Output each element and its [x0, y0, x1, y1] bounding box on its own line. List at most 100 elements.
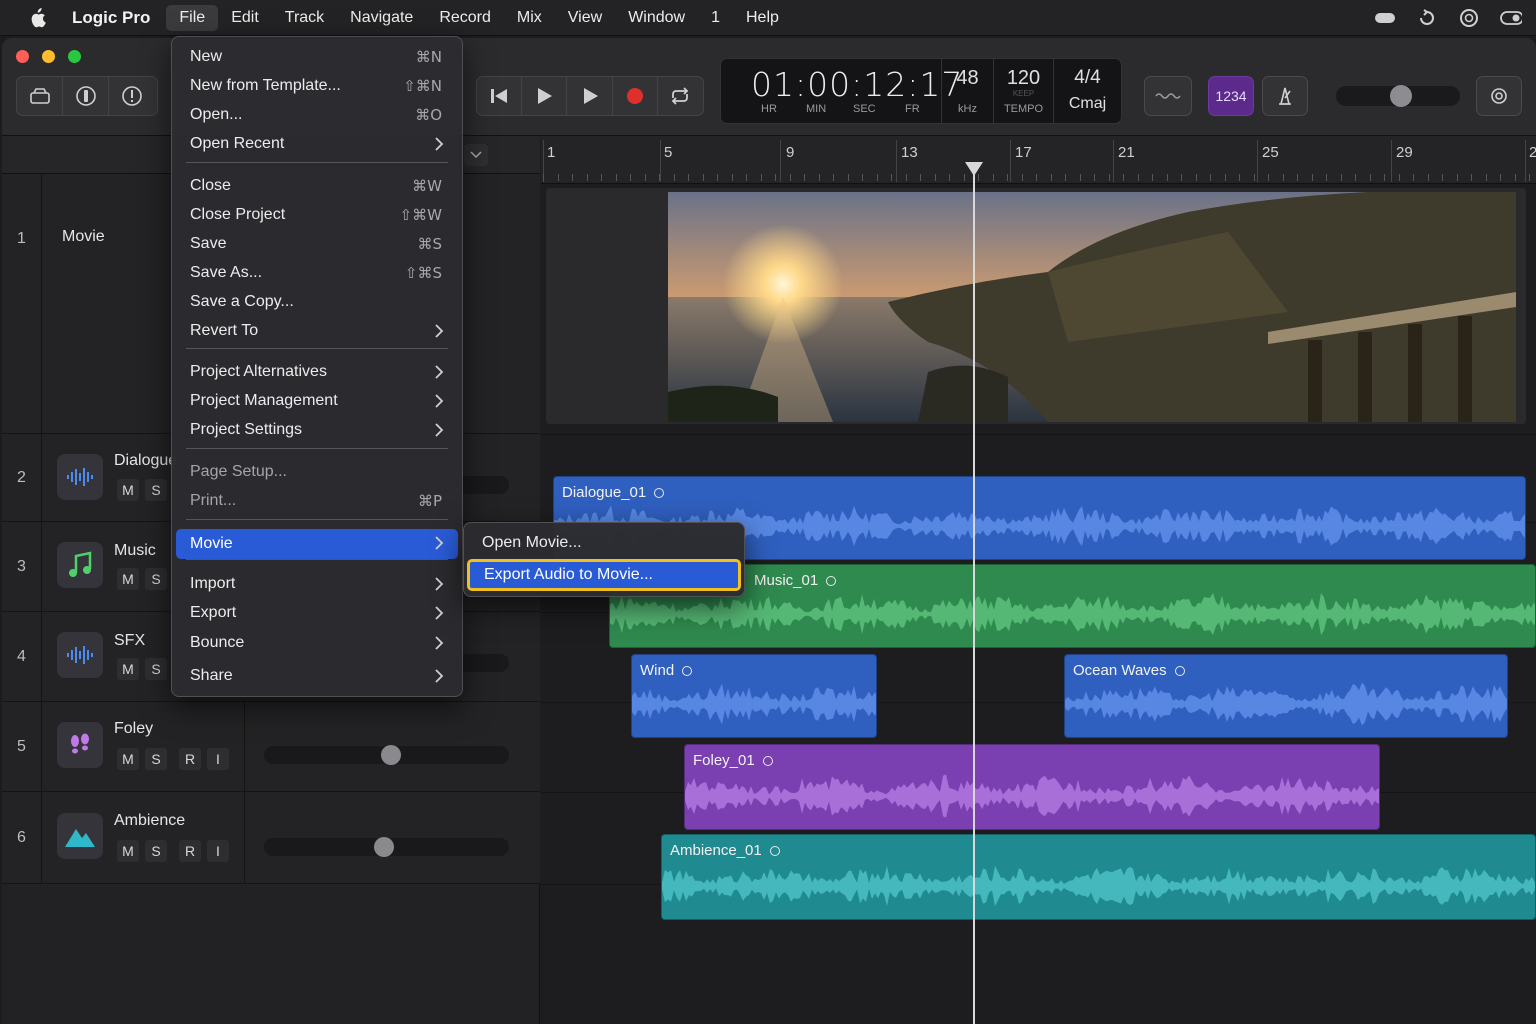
apple-menu-icon[interactable] [22, 7, 52, 28]
menu-item-project-management[interactable]: Project Management [176, 387, 458, 415]
volume-knob[interactable] [374, 837, 394, 857]
solo-button[interactable]: S [145, 748, 167, 770]
menu-item-open-movie[interactable]: Open Movie... [468, 529, 740, 557]
bar-ruler[interactable]: 1 5 9 13 17 21 25 29 2 [541, 136, 1536, 184]
control-center-icon[interactable] [1500, 7, 1522, 29]
siri-icon[interactable] [1458, 7, 1480, 29]
settings-button[interactable] [1476, 76, 1522, 116]
play-button[interactable] [522, 77, 568, 115]
loop-circle-icon [769, 846, 780, 857]
menu-item-open[interactable]: Open... ⌘O [176, 101, 458, 129]
menu-1[interactable]: 1 [698, 5, 733, 31]
menu-item-shortcut: ⇧⌘N [403, 77, 442, 95]
menu-window[interactable]: Window [615, 5, 698, 31]
menu-item-import[interactable]: Import [176, 570, 458, 598]
chevron-down-icon[interactable] [464, 144, 488, 166]
track-name[interactable]: Ambience [114, 812, 185, 830]
close-window-button[interactable] [16, 50, 29, 63]
record-button[interactable] [613, 77, 658, 115]
quick-help-button[interactable] [109, 77, 155, 115]
mute-button[interactable]: M [117, 479, 139, 501]
menu-item-export-audio-to-movie[interactable]: Export Audio to Movie... [467, 559, 741, 591]
menu-view[interactable]: View [555, 5, 615, 31]
volume-slider[interactable] [264, 745, 509, 765]
record-enable-button[interactable]: R [179, 748, 201, 770]
volume-slider[interactable] [264, 837, 509, 857]
playhead-handle[interactable] [965, 162, 983, 176]
undo-arrow-icon[interactable] [1416, 7, 1438, 29]
region-music-01[interactable]: Music_01 [609, 564, 1536, 648]
region-ocean-waves[interactable]: Ocean Waves [1064, 654, 1508, 738]
menu-record[interactable]: Record [426, 5, 504, 31]
menu-help[interactable]: Help [733, 5, 792, 31]
solo-button[interactable]: S [145, 479, 167, 501]
rewind-button[interactable] [477, 77, 523, 115]
menu-separator [186, 162, 448, 163]
menu-separator [186, 559, 448, 560]
minimize-window-button[interactable] [42, 50, 55, 63]
toggle-pill-icon[interactable] [1374, 7, 1396, 29]
track-name[interactable]: Foley [114, 720, 153, 738]
menu-item-movie[interactable]: Movie [176, 529, 458, 559]
mute-button[interactable]: M [117, 658, 139, 680]
mute-button[interactable]: M [117, 568, 139, 590]
play-from-start-button[interactable] [567, 77, 613, 115]
menu-item-project-settings[interactable]: Project Settings [176, 416, 458, 444]
track-row-foley[interactable]: 5 Foley M S R I [2, 702, 540, 792]
count-in-button[interactable]: 1234 [1208, 76, 1254, 116]
menu-item-export[interactable]: Export [176, 599, 458, 627]
lcd-display[interactable]: 01:00:12:17 HR MIN SEC FR 48 kHz 120 KEE… [720, 58, 1122, 124]
menu-item-revert-to[interactable]: Revert To [176, 317, 458, 345]
lcd-tempo[interactable]: 120 KEEP TEMPO [993, 59, 1053, 123]
menu-item-share[interactable]: Share [176, 662, 458, 690]
inspector-button[interactable] [63, 77, 109, 115]
solo-button[interactable]: S [145, 568, 167, 590]
region-foley-01[interactable]: Foley_01 [684, 744, 1380, 830]
master-volume-slider[interactable] [1336, 85, 1460, 107]
menu-item-new[interactable]: New ⌘N [176, 43, 458, 71]
track-name[interactable]: Music [114, 542, 156, 560]
metronome-button[interactable] [1262, 76, 1308, 116]
solo-button[interactable]: S [145, 840, 167, 862]
footsteps-icon [57, 722, 103, 768]
sample-rate-value: 48 [956, 67, 979, 89]
zoom-window-button[interactable] [68, 50, 81, 63]
menu-navigate[interactable]: Navigate [337, 5, 426, 31]
master-volume-knob[interactable] [1390, 85, 1412, 107]
menu-mix[interactable]: Mix [504, 5, 555, 31]
menu-item-open-recent[interactable]: Open Recent [176, 130, 458, 158]
menu-item-bounce[interactable]: Bounce [176, 629, 458, 657]
menu-edit[interactable]: Edit [218, 5, 272, 31]
cycle-button[interactable] [658, 77, 703, 115]
menu-item-project-alternatives[interactable]: Project Alternatives [176, 358, 458, 386]
solo-button[interactable]: S [145, 658, 167, 680]
menu-track[interactable]: Track [272, 5, 337, 31]
menu-file[interactable]: File [166, 4, 219, 31]
input-monitor-button[interactable]: I [207, 840, 229, 862]
mute-button[interactable]: M [117, 840, 139, 862]
record-enable-button[interactable]: R [179, 840, 201, 862]
menu-item-save-as[interactable]: Save As... ⇧⌘S [176, 259, 458, 287]
mute-button[interactable]: M [117, 748, 139, 770]
tuner-button[interactable] [1144, 76, 1192, 116]
menu-item-page-setup[interactable]: Page Setup... [176, 458, 458, 486]
menu-item-close-project[interactable]: Close Project ⇧⌘W [176, 201, 458, 229]
app-name[interactable]: Logic Pro [72, 8, 150, 28]
track-name[interactable]: SFX [114, 632, 145, 650]
library-button[interactable] [17, 77, 63, 115]
track-name[interactable]: Movie [62, 228, 105, 246]
menu-item-print[interactable]: Print... ⌘P [176, 487, 458, 515]
playhead[interactable] [973, 164, 975, 1024]
menu-item-save-a-copy[interactable]: Save a Copy... [176, 288, 458, 316]
region-ambience-01[interactable]: Ambience_01 [661, 834, 1536, 920]
menu-item-label: Revert To [190, 322, 259, 339]
lcd-signature-key[interactable]: 4/4 Cmaj [1053, 59, 1121, 123]
menu-item-close[interactable]: Close ⌘W [176, 172, 458, 200]
menu-item-new-from-template[interactable]: New from Template... ⇧⌘N [176, 72, 458, 100]
track-row-ambience[interactable]: 6 Ambience M S R I [2, 792, 540, 884]
menu-item-save[interactable]: Save ⌘S [176, 230, 458, 258]
region-wind[interactable]: Wind [631, 654, 877, 738]
input-monitor-button[interactable]: I [207, 748, 229, 770]
volume-knob[interactable] [381, 745, 401, 765]
track-name[interactable]: Dialogue [114, 452, 177, 470]
